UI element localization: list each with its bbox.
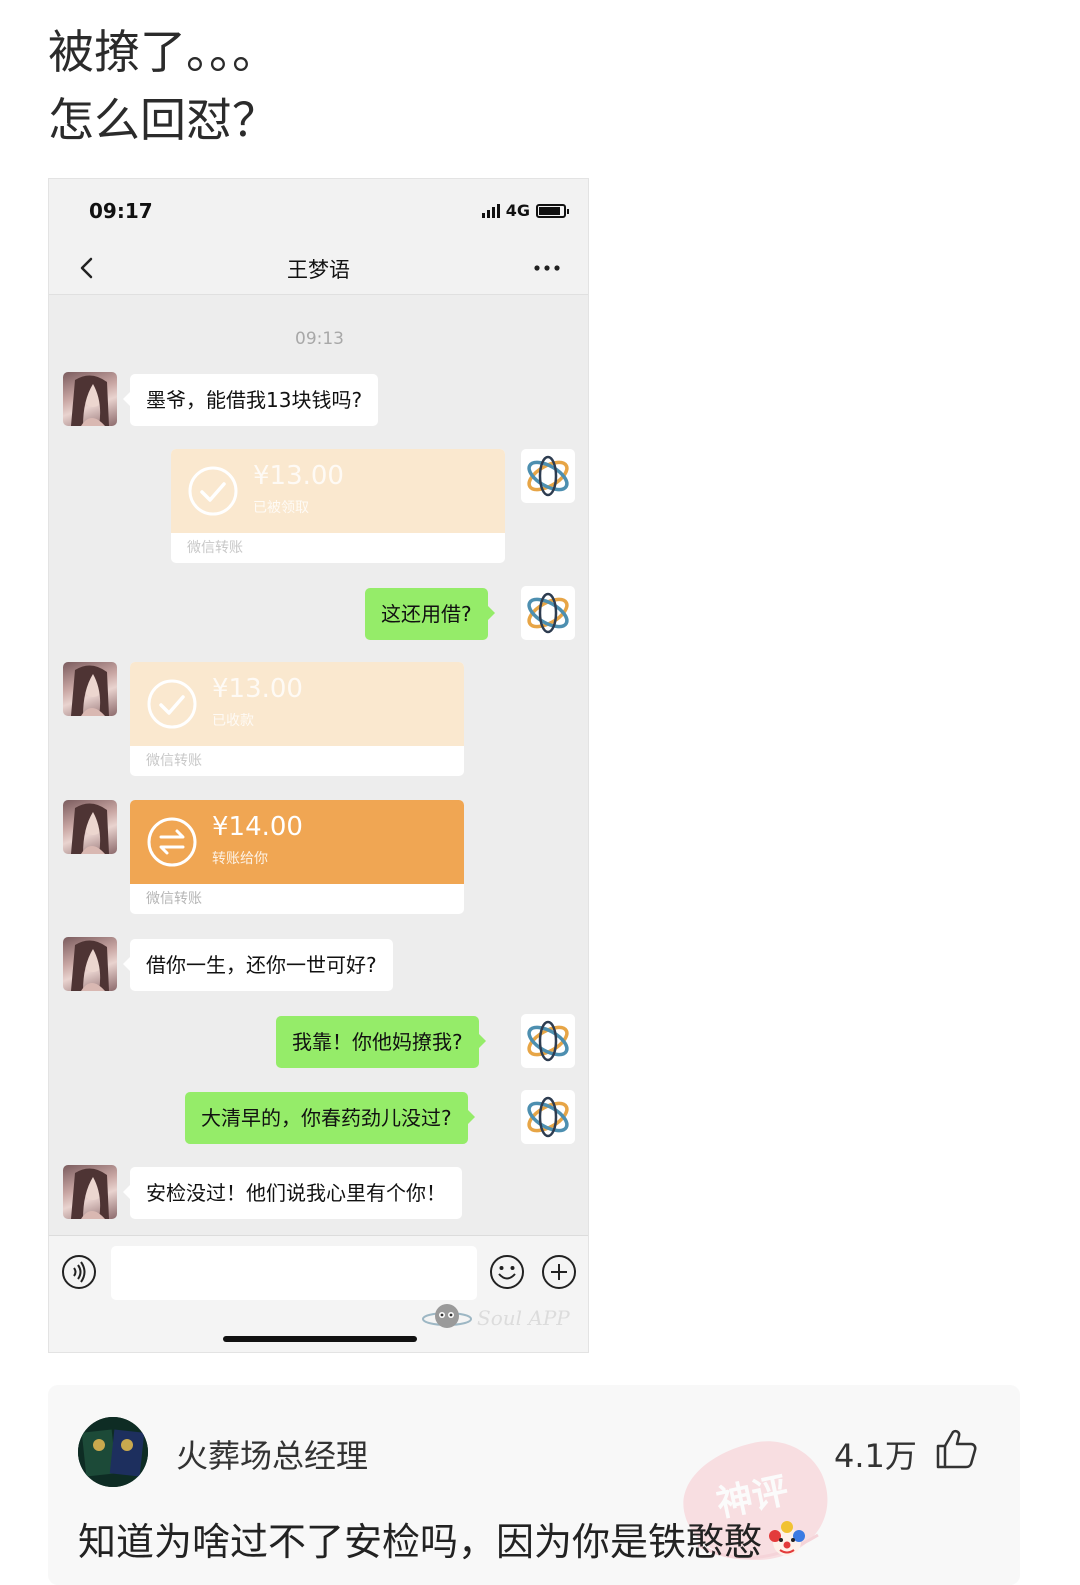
soul-planet-icon: [422, 1304, 472, 1328]
home-indicator[interactable]: [223, 1336, 417, 1342]
chat-navbar: 王梦语: [49, 241, 588, 295]
comment-text-content: 知道为啥过不了安检吗，因为你是铁憨憨: [78, 1520, 763, 1564]
message-bubble-incoming[interactable]: 墨爷，能借我13块钱吗?: [122, 374, 379, 426]
message-bubble-outgoing[interactable]: 大清早的，你春药劲儿没过?: [185, 1092, 475, 1144]
battery-icon: [536, 203, 569, 218]
voice-icon[interactable]: [61, 1254, 97, 1290]
message-bubble-outgoing[interactable]: 这还用借?: [365, 588, 495, 640]
transfer-card-accepted[interactable]: ¥13.00 已收款 微信转账: [130, 662, 464, 776]
transfer-amount: ¥13.00: [253, 461, 344, 491]
clown-icon: [769, 1521, 806, 1556]
status-bar: 09:17 4G: [49, 179, 588, 241]
message-timestamp: 09:13: [295, 329, 344, 349]
transfer-status: 转账给你: [212, 851, 268, 867]
message-list: 09:13 墨爷，能借我13块钱吗? ¥13.00 已被领取 微信转账 这还用借…: [49, 295, 588, 1235]
post-title-line-2: 怎么回怼？: [48, 93, 278, 147]
message-bubble-incoming[interactable]: 借你一生，还你一世可好?: [123, 939, 393, 991]
transfer-arrows-icon: [147, 817, 197, 867]
transfer-source: 微信转账: [146, 753, 202, 769]
transfer-status: 已收款: [212, 713, 254, 729]
transfer-card-received[interactable]: ¥13.00 已被领取 微信转账: [171, 449, 505, 563]
more-icon[interactable]: [530, 255, 564, 281]
my-avatar[interactable]: [521, 586, 575, 640]
comment-card: 火葬场总经理 神评 4.1万 知道为啥过不了安检吗，因为你是铁憨憨: [48, 1385, 1020, 1585]
commenter-name[interactable]: 火葬场总经理: [176, 1431, 368, 1477]
chat-input-bar: Soul APP: [49, 1235, 588, 1352]
plus-icon[interactable]: [541, 1254, 577, 1290]
transfer-source: 微信转账: [146, 891, 202, 907]
message-bubble-incoming[interactable]: 安检没过！他们说我心里有个你！: [123, 1167, 462, 1219]
chat-screenshot: 09:17 4G 王梦语 09:13 墨爷，能借我13块钱吗? ¥13.00 已…: [48, 178, 589, 1353]
post-title: 被撩了。。。 怎么回怼？: [48, 18, 278, 154]
post-title-line-1: 被撩了。。。: [48, 25, 278, 79]
my-avatar[interactable]: [521, 1014, 575, 1068]
contact-avatar[interactable]: [63, 372, 117, 426]
network-label: 4G: [505, 201, 530, 220]
emoji-icon[interactable]: [489, 1254, 525, 1290]
transfer-status: 已被领取: [253, 500, 309, 516]
my-avatar[interactable]: [521, 449, 575, 503]
like-count: 4.1万: [834, 1437, 917, 1475]
status-indicators: 4G: [481, 201, 569, 220]
watermark-text: Soul APP: [477, 1306, 570, 1330]
transfer-amount: ¥13.00: [212, 674, 303, 704]
transfer-source: 微信转账: [187, 540, 243, 556]
check-circle-icon: [147, 679, 197, 729]
contact-avatar[interactable]: [63, 662, 117, 716]
chat-title: 王梦语: [287, 258, 350, 282]
status-time: 09:17: [89, 199, 153, 223]
message-bubble-outgoing[interactable]: 我靠！你他妈撩我?: [276, 1016, 486, 1068]
contact-avatar[interactable]: [63, 937, 117, 991]
my-avatar[interactable]: [521, 1090, 575, 1144]
transfer-amount: ¥14.00: [212, 812, 303, 842]
transfer-card-pending[interactable]: ¥14.00 转账给你 微信转账: [130, 800, 464, 914]
commenter-avatar[interactable]: [78, 1417, 148, 1487]
comment-text: 知道为啥过不了安检吗，因为你是铁憨憨: [78, 1511, 808, 1566]
signal-icon: [481, 203, 500, 218]
check-circle-icon: [188, 466, 238, 516]
contact-avatar[interactable]: [63, 1165, 117, 1219]
message-input[interactable]: [111, 1246, 477, 1300]
like-icon[interactable]: [934, 1427, 978, 1471]
contact-avatar[interactable]: [63, 800, 117, 854]
